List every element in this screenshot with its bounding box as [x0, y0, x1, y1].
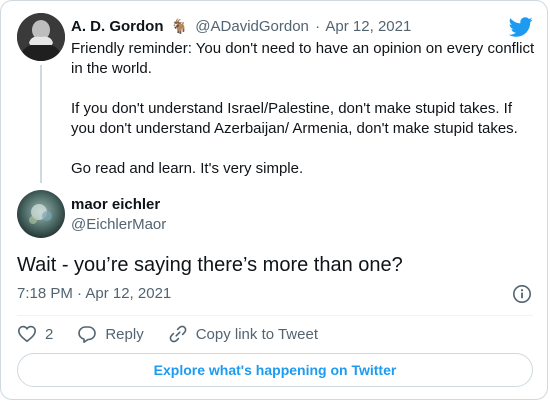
explore-twitter-button[interactable]: Explore what's happening on Twitter — [17, 353, 533, 387]
info-icon[interactable] — [512, 284, 532, 304]
header-separator: · — [315, 18, 321, 35]
reply-icon — [78, 326, 97, 343]
reply-button[interactable]: Reply — [77, 324, 144, 344]
quoted-paragraph: If you don't understand Israel/Palestine… — [71, 100, 518, 137]
quoted-paragraph: Go read and learn. It's very simple. — [71, 160, 304, 177]
divider — [17, 315, 533, 316]
tweet-timestamp[interactable]: 7:18 PM · Apr 12, 2021 — [17, 285, 171, 303]
goat-emoji: 🐐 — [170, 18, 189, 34]
like-button[interactable]: 2 — [17, 324, 53, 344]
author-handle[interactable]: @EichlerMaor — [71, 216, 166, 234]
twitter-bird-icon[interactable] — [508, 15, 533, 39]
author-avatar[interactable] — [17, 190, 65, 238]
quoted-author-avatar[interactable] — [17, 13, 65, 61]
like-count: 2 — [45, 325, 54, 343]
thread-connector-line — [40, 65, 42, 183]
author-name[interactable]: maor eichler — [71, 196, 160, 214]
quoted-author-name[interactable]: A. D. Gordon — [71, 18, 164, 35]
quoted-author-handle[interactable]: @ADavidGordon — [195, 18, 309, 35]
link-icon — [169, 325, 187, 343]
quoted-tweet-body: Friendly reminder: You don't need to hav… — [71, 39, 537, 199]
quoted-tweet-date[interactable]: Apr 12, 2021 — [325, 18, 411, 35]
copy-link-label: Copy link to Tweet — [195, 325, 318, 343]
quoted-paragraph: Friendly reminder: You don't need to hav… — [71, 40, 535, 77]
reply-label: Reply — [105, 325, 144, 343]
tweet-actions: 2 Reply Copy link to Tweet — [17, 323, 342, 345]
copy-link-button[interactable]: Copy link to Tweet — [168, 324, 318, 344]
tweet-text: Wait - you’re saying there’s more than o… — [17, 254, 403, 276]
quoted-tweet-header: A. D. Gordon 🐐 @ADavidGordon · Apr 12, 2… — [71, 17, 411, 36]
heart-icon — [17, 325, 37, 343]
embedded-tweet-card: A. D. Gordon 🐐 @ADavidGordon · Apr 12, 2… — [0, 0, 548, 400]
